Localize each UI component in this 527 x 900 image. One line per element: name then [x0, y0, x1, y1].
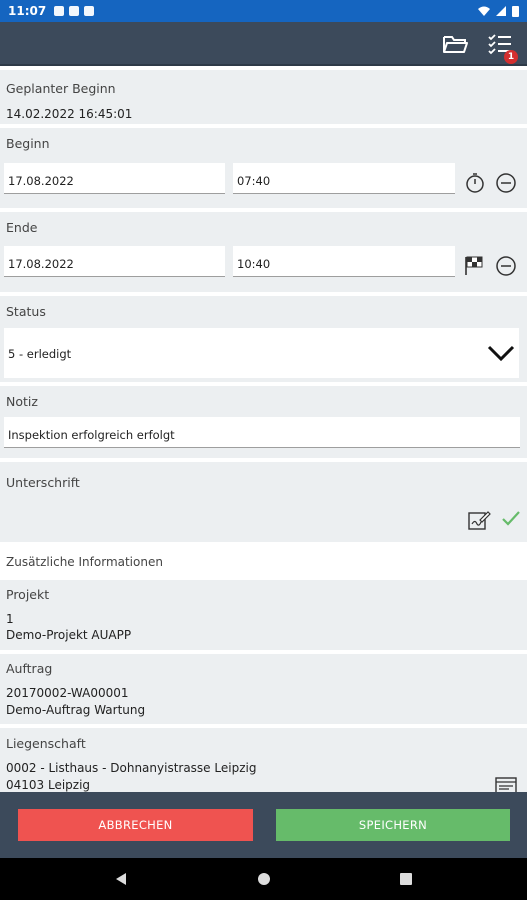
system-navigation-bar	[0, 858, 527, 900]
property-address: 0002 - Listhaus - Dohnanyistrasse Leipzi…	[6, 761, 257, 775]
start-section: Beginn 17.08.2022 07:40	[0, 128, 527, 208]
end-section: Ende 17.08.2022 10:40	[0, 212, 527, 292]
status-selected-value: 5 - erledigt	[8, 347, 72, 361]
back-icon[interactable]	[114, 872, 128, 886]
notification-icon	[84, 6, 95, 16]
remove-circle-icon[interactable]	[495, 255, 517, 277]
order-label: Auftrag	[6, 661, 53, 676]
document-icon[interactable]	[495, 776, 517, 792]
note-label: Notiz	[6, 394, 38, 409]
recents-icon[interactable]	[399, 872, 413, 886]
end-time-field[interactable]: 10:40	[233, 246, 455, 277]
chevron-down-icon	[487, 345, 515, 362]
status-section: Status 5 - erledigt	[0, 296, 527, 382]
start-date-field[interactable]: 17.08.2022	[4, 163, 225, 194]
order-section: Auftrag 20170002-WA00001 Demo-Auftrag Wa…	[0, 654, 527, 724]
remove-circle-icon[interactable]	[495, 172, 517, 194]
signal-icon	[496, 6, 506, 16]
project-number: 1	[6, 612, 14, 626]
checkered-flag-icon[interactable]	[463, 254, 485, 276]
planned-start-label: Geplanter Beginn	[6, 81, 116, 96]
stopwatch-icon[interactable]	[464, 172, 486, 194]
signature-section: Unterschrift	[0, 462, 527, 542]
end-date-field[interactable]: 17.08.2022	[4, 246, 225, 277]
project-name: Demo-Projekt AUAPP	[6, 628, 132, 642]
start-label: Beginn	[6, 136, 50, 151]
folder-open-icon[interactable]	[441, 30, 469, 58]
note-section: Notiz Inspektion erfolgreich erfolgt	[0, 386, 527, 458]
clock: 11:07	[8, 4, 47, 18]
status-label: Status	[6, 304, 46, 319]
project-label: Projekt	[6, 587, 50, 602]
end-label: Ende	[6, 220, 38, 235]
order-name: Demo-Auftrag Wartung	[6, 703, 146, 717]
signature-label: Unterschrift	[6, 475, 80, 490]
cancel-button[interactable]: ABBRECHEN	[18, 809, 253, 841]
signature-edit-icon[interactable]	[467, 509, 491, 531]
project-section: Projekt 1 Demo-Projekt AUAPP	[0, 580, 527, 650]
home-icon[interactable]	[257, 872, 271, 886]
notification-badge: 1	[504, 50, 518, 64]
property-city: 04103 Leipzig	[6, 778, 91, 792]
battery-icon	[512, 5, 519, 17]
planned-start-value: 14.02.2022 16:45:01	[6, 107, 133, 121]
order-number: 20170002-WA00001	[6, 686, 129, 700]
task-list-button[interactable]: 1	[486, 30, 518, 64]
checkmark-icon[interactable]	[501, 510, 521, 528]
property-label: Liegenschaft	[6, 736, 86, 751]
note-input[interactable]: Inspektion erfolgreich erfolgt	[4, 417, 520, 448]
save-button[interactable]: SPEICHERN	[276, 809, 510, 841]
planned-start-section: Geplanter Beginn 14.02.2022 16:45:01	[0, 70, 527, 124]
property-section: Liegenschaft 0002 - Listhaus - Dohnanyis…	[0, 728, 527, 792]
start-time-field[interactable]: 07:40	[233, 163, 455, 194]
additional-info-heading: Zusätzliche Informationen	[6, 555, 163, 569]
notification-icon	[69, 6, 80, 16]
form-content[interactable]: Geplanter Beginn 14.02.2022 16:45:01 Beg…	[0, 66, 527, 792]
wifi-icon	[478, 6, 490, 16]
status-dropdown[interactable]: 5 - erledigt	[4, 328, 519, 378]
system-status-bar: 11:07	[0, 0, 527, 22]
app-toolbar: 1	[0, 22, 527, 66]
notification-icon	[54, 6, 65, 16]
action-bar: ABBRECHEN SPEICHERN	[0, 792, 527, 858]
